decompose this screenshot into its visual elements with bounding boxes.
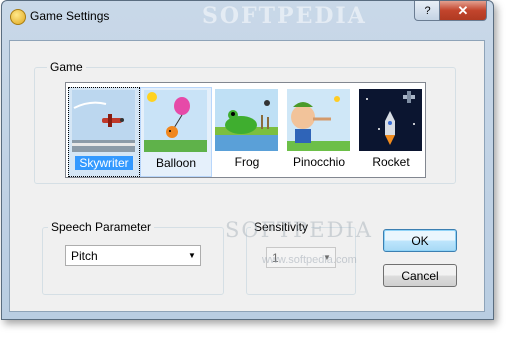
title-watermark: SOFTPEDIA bbox=[202, 3, 367, 29]
game-tile-label: Skywriter bbox=[75, 156, 133, 170]
game-tile-label: Pinocchio bbox=[292, 155, 346, 169]
game-tile-frog[interactable]: Frog bbox=[212, 87, 282, 175]
game-group-label: Game bbox=[47, 60, 86, 74]
cancel-button[interactable]: Cancel bbox=[383, 264, 457, 287]
balloon-thumbnail bbox=[144, 90, 207, 152]
game-tile-label: Rocket bbox=[372, 155, 410, 169]
skywriter-thumbnail bbox=[72, 90, 135, 152]
close-button[interactable]: ✕ bbox=[439, 1, 487, 21]
game-tile-label: Frog bbox=[234, 155, 260, 169]
watermark-logo: SOFTPEDIA bbox=[225, 218, 373, 242]
speech-parameter-value: Pitch bbox=[71, 248, 98, 263]
game-tile-pinocchio[interactable]: Pinocchio bbox=[284, 87, 354, 175]
window-title: Game Settings bbox=[30, 9, 110, 23]
watermark-url: www.softpedia.com bbox=[262, 254, 357, 266]
game-tile-balloon[interactable]: Balloon bbox=[140, 87, 212, 177]
rocket-thumbnail bbox=[359, 89, 422, 151]
game-tile-skywriter[interactable]: Skywriter bbox=[68, 87, 140, 177]
ok-button[interactable]: OK bbox=[383, 229, 457, 252]
game-tile-rocket[interactable]: Rocket bbox=[356, 87, 426, 175]
game-list[interactable]: Skywriter Balloon Frog Pinocchio Rocket bbox=[65, 82, 426, 178]
app-smiley-icon bbox=[10, 9, 26, 25]
frog-thumbnail bbox=[215, 89, 278, 151]
help-button[interactable]: ? bbox=[414, 1, 441, 21]
speech-parameter-select[interactable]: Pitch ▼ bbox=[65, 245, 201, 266]
pinocchio-thumbnail bbox=[287, 89, 350, 151]
title-bar[interactable]: Game Settings SOFTPEDIA ? ✕ bbox=[2, 1, 493, 29]
game-tile-label: Balloon bbox=[155, 156, 197, 170]
speech-parameter-label: Speech Parameter bbox=[48, 220, 155, 234]
chevron-down-icon: ▼ bbox=[188, 251, 196, 260]
